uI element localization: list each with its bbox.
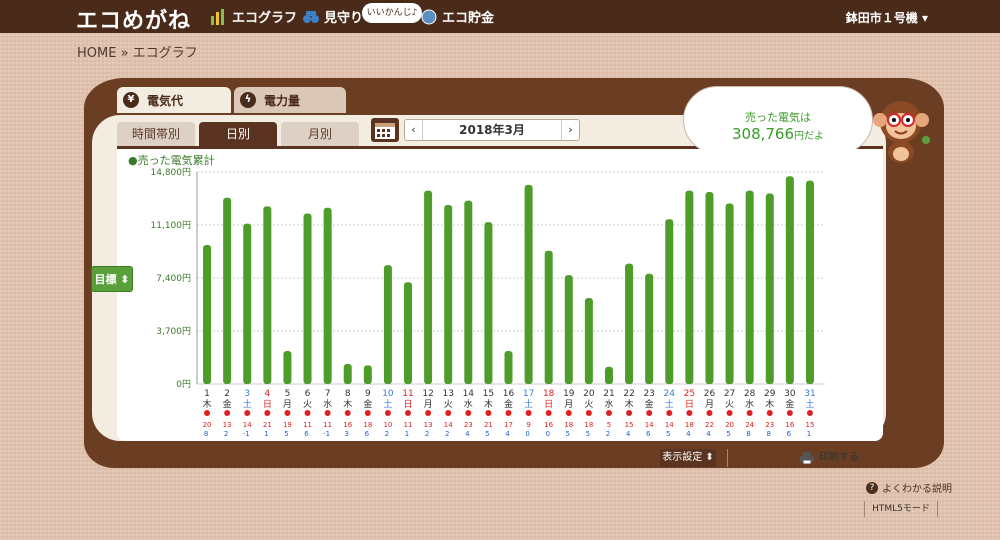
question-icon: ? — [866, 481, 878, 494]
display-settings-select[interactable]: 表示設定 ⬍ — [660, 449, 716, 467]
sold-electricity-bubble: 売った電気は 308,766円だよ — [683, 86, 873, 154]
print-button[interactable]: 印刷する — [800, 449, 880, 467]
calendar-icon[interactable] — [371, 118, 399, 142]
chart-panel — [117, 149, 883, 441]
sold-electricity-amount-line: 308,766円だよ — [684, 125, 872, 143]
nav-watch-label: 見守り — [324, 11, 364, 26]
nav-eco-savings[interactable]: エコ貯金 — [420, 7, 494, 26]
sold-electricity-amount: 308,766 — [731, 125, 795, 143]
divider — [727, 449, 728, 467]
help-link[interactable]: ? よくわかる説明 — [866, 480, 952, 495]
breadcrumb[interactable]: HOME » エコグラフ — [77, 42, 198, 61]
account-dropdown[interactable]: 鉢田市１号機 ▾ — [846, 9, 928, 26]
sold-electricity-caption: 売った電気は — [745, 111, 811, 124]
status-bubble: いいかんじ♪ — [362, 3, 422, 23]
lightning-icon: ϟ — [240, 92, 256, 108]
nav-watch[interactable]: 見守り — [302, 7, 363, 26]
tab-hourly[interactable]: 時間帯別 — [117, 122, 195, 146]
goal-select[interactable]: 目標 ⬍ — [91, 266, 133, 292]
date-navigator: ‹ 2018年3月 › — [404, 119, 580, 141]
nav-eco-graph-label: エコグラフ — [232, 11, 298, 26]
printer-icon — [800, 452, 814, 464]
yen-icon: ¥ — [123, 92, 139, 108]
tab-electricity-cost-label: 電気代 — [147, 93, 184, 108]
next-month-button[interactable]: › — [561, 120, 579, 140]
sold-electricity-suffix: 円だよ — [794, 131, 825, 142]
tab-daily[interactable]: 日別 — [199, 122, 277, 146]
nav-eco-graph[interactable]: エコグラフ — [210, 7, 297, 26]
tab-electricity-cost[interactable]: ¥ 電気代 — [117, 87, 231, 113]
help-label: よくわかる説明 — [882, 484, 952, 495]
current-month-label: 2018年3月 — [459, 123, 525, 137]
html5-mode-button[interactable]: HTML5モード — [864, 501, 938, 517]
tab-monthly[interactable]: 月別 — [281, 122, 359, 146]
tab-power-amount-label: 電力量 — [264, 93, 301, 108]
bar-chart-icon — [211, 8, 224, 25]
coin-icon — [421, 9, 437, 24]
app-logo[interactable]: エコめがね — [76, 3, 191, 35]
prev-month-button[interactable]: ‹ — [405, 120, 423, 140]
tab-power-amount[interactable]: ϟ 電力量 — [234, 87, 346, 113]
nav-eco-savings-label: エコ貯金 — [442, 11, 495, 26]
binoculars-icon — [303, 10, 319, 23]
chart-legend: ●売った電気累計 — [128, 154, 215, 167]
print-label: 印刷する — [819, 452, 859, 463]
